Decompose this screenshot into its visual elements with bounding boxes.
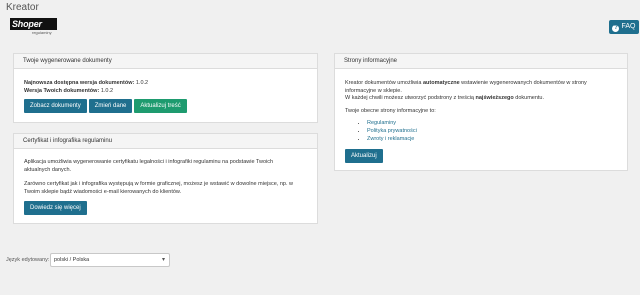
faq-label: FAQ: [621, 23, 636, 30]
certificate-usage: Zarówno certyfikat jak i infografika wys…: [24, 181, 293, 195]
info-page-link-privacy[interactable]: Polityka prywatności: [367, 127, 615, 135]
latest-version: Najnowsza dostępna wersja dokumentów: 1.…: [24, 80, 149, 86]
documents-panel: Twoje wygenerowane dokumenty Najnowsza d…: [13, 53, 318, 123]
logo-brand: Shoper: [10, 18, 57, 30]
documents-panel-title: Twoje wygenerowane dokumenty: [14, 54, 317, 69]
info-pages-subpages-note: W każdej chwili możesz utworzyć podstron…: [345, 95, 545, 101]
learn-more-button[interactable]: Dowiedz się więcej: [24, 201, 87, 215]
info-pages-panel-title: Strony informacyjne: [335, 54, 627, 69]
info-pages-panel: Strony informacyjne Kreator dokumentów u…: [334, 53, 628, 171]
faq-button[interactable]: ? FAQ: [609, 20, 639, 34]
shoper-logo: Shoper regulaminy: [10, 18, 58, 36]
change-data-button[interactable]: Zmień dane: [88, 99, 133, 113]
certificate-description: Aplikacja umożliwia wygenerowanie certyf…: [24, 159, 274, 173]
certificate-panel: Certyfikat i infografika regulaminu Apli…: [13, 133, 318, 224]
certificate-panel-title: Certyfikat i infografika regulaminu: [14, 134, 317, 149]
update-content-button[interactable]: Aktualizuj treść: [134, 99, 187, 113]
app-title: Kreator: [6, 2, 39, 13]
chevron-down-icon: ▾: [161, 257, 165, 263]
info-page-link-returns[interactable]: Zwroty i reklamacje: [367, 135, 615, 143]
info-pages-list: Regulaminy Polityka prywatności Zwroty i…: [345, 119, 615, 143]
your-version: Wersja Twoich dokumentów: 1.0.2: [24, 87, 114, 94]
logo-subtitle: regulaminy: [32, 30, 52, 35]
info-page-link-regulations[interactable]: Regulaminy: [367, 119, 615, 127]
language-label: Język edytowany:: [6, 257, 50, 263]
help-icon: ?: [612, 25, 620, 32]
language-select[interactable]: polski / Polska ▾: [50, 253, 170, 267]
language-selected-value: polski / Polska: [54, 257, 90, 263]
view-documents-button[interactable]: Zobacz dokumenty: [24, 99, 87, 113]
info-pages-list-intro: Twoje obecne strony informacyjne to:: [345, 107, 436, 114]
info-pages-description: Kreator dokumentów umożliwia automatyczn…: [345, 80, 587, 94]
update-pages-button[interactable]: Aktualizuj: [345, 149, 383, 163]
